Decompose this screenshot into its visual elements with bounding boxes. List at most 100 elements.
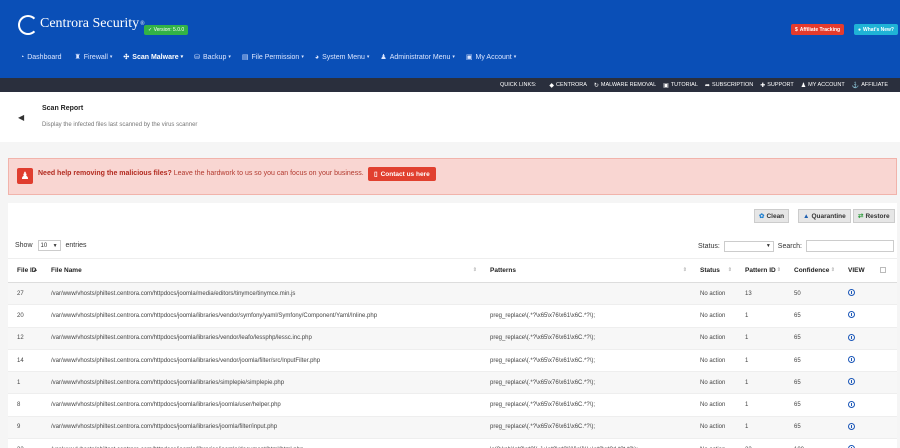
- chevron-down-icon: ▼: [765, 243, 771, 249]
- view-info-icon[interactable]: [848, 289, 855, 297]
- clean-label: Clean: [766, 212, 785, 220]
- page-subtitle: Display the infected files last scanned …: [42, 122, 198, 128]
- quick-link-label: SUBSCRIPTION: [711, 82, 754, 88]
- column-label: File Name: [51, 267, 82, 274]
- cell-status: No action: [691, 393, 736, 417]
- alert-bold-text: Need help removing the malicious files?: [38, 170, 172, 177]
- view-info-icon[interactable]: [848, 378, 855, 386]
- cell-view: [839, 371, 871, 395]
- quick-link-label: SUPPORT: [767, 82, 794, 88]
- quick-link-subscription[interactable]: ➦ SUBSCRIPTION: [705, 82, 753, 89]
- table-body: 27 /var/www/vhosts/philtest.centrora.com…: [8, 282, 897, 448]
- column-file-id[interactable]: File ID ▲: [8, 258, 42, 283]
- cell-view: [839, 304, 871, 328]
- chevron-down-icon: ▾: [366, 54, 370, 60]
- search-input[interactable]: [805, 240, 894, 252]
- column-label: Patterns: [490, 267, 517, 274]
- nav-label: Dashboard: [27, 53, 62, 61]
- cell-file-name: /var/www/vhosts/philtest.centrora.com/ht…: [42, 393, 481, 417]
- nav-my-account[interactable]: ▣ My Account ▾: [465, 53, 516, 62]
- cell-pattern-id: 1: [736, 416, 785, 440]
- contact-us-label: Contact us here: [380, 170, 430, 178]
- centrora-logo[interactable]: Centrora Security ®: [18, 14, 145, 35]
- cell-select: [871, 349, 897, 373]
- cell-select: [871, 327, 897, 350]
- chevron-down-icon: ▾: [109, 54, 113, 60]
- nav-backup[interactable]: ⛁ Backup ▾: [194, 53, 231, 62]
- cell-pattern-id: 13: [736, 282, 785, 306]
- account-icon: ▣: [465, 54, 473, 61]
- cell-pattern: preg_replace\(.*?\x65\x76\x61\x6C.*?\);: [481, 304, 691, 328]
- column-patterns[interactable]: Patterns ⇕: [481, 258, 691, 283]
- broom-icon: ✿: [759, 213, 765, 220]
- quick-link-label: AFFILIATE: [861, 82, 888, 88]
- page-size-select[interactable]: 10 ▼: [37, 240, 61, 251]
- cell-file-name: /var/www/vhosts/philtest.centrora.com/ht…: [42, 438, 481, 448]
- cell-confidence: 100: [785, 438, 839, 448]
- quick-link-support[interactable]: ✚ SUPPORT: [760, 82, 794, 89]
- info-icon: ●: [858, 26, 862, 33]
- cell-status: No action: [691, 438, 736, 448]
- nav-file-permission[interactable]: ▤ File Permission ▾: [242, 53, 304, 62]
- quick-link-malware-removal[interactable]: ↻ MALWARE REMOVAL: [594, 82, 656, 89]
- column-select-all: [871, 258, 897, 283]
- table-row: 1 /var/www/vhosts/philtest.centrora.com/…: [8, 371, 897, 395]
- sort-icon: ⇕: [472, 267, 477, 273]
- chevron-down-icon: ▼: [52, 242, 58, 249]
- quick-link-label: MALWARE REMOVAL: [600, 82, 657, 88]
- column-status[interactable]: Status ⇕: [691, 258, 736, 283]
- nav-label: My Account: [475, 53, 512, 61]
- quick-link-centrora[interactable]: ◆ CENTRORA: [549, 82, 587, 89]
- search-label: Search:: [777, 242, 802, 250]
- table-row: 12 /var/www/vhosts/philtest.centrora.com…: [8, 327, 897, 350]
- whats-new-button[interactable]: ● What's New?: [854, 24, 898, 35]
- quick-link-tutorial[interactable]: ▣ TUTORIAL: [663, 82, 698, 89]
- filter-controls: Status: ▼ Search:: [698, 240, 894, 252]
- mobile-icon: ▯: [374, 171, 378, 178]
- clean-button[interactable]: ✿ Clean: [754, 209, 790, 223]
- status-select[interactable]: ▼: [723, 240, 774, 252]
- quick-link-affiliate[interactable]: ⚓ AFFILIATE: [852, 82, 888, 89]
- cell-pattern: preg_replace\(.*?\x65\x76\x61\x6C.*?\);: [481, 327, 691, 350]
- cell-view: [839, 349, 871, 373]
- view-info-icon[interactable]: [848, 422, 855, 430]
- nav-scan-malware[interactable]: ✣ Scan Malware ▾: [123, 53, 183, 62]
- dollar-icon: $: [795, 26, 798, 33]
- view-info-icon[interactable]: [848, 356, 855, 364]
- contact-us-button[interactable]: ▯ Contact us here: [368, 167, 436, 181]
- cell-file-name: /var/www/vhosts/philtest.centrora.com/ht…: [42, 282, 481, 306]
- column-label: Status: [700, 267, 720, 274]
- cell-status: No action: [691, 416, 736, 440]
- show-label: Show: [15, 242, 33, 249]
- quarantine-button[interactable]: ▲ Quarantine: [798, 209, 851, 223]
- column-confidence[interactable]: Confidence ⇕: [785, 258, 839, 283]
- support-icon: ✚: [760, 82, 766, 89]
- cell-pattern-id: 22: [736, 438, 785, 448]
- nav-label: System Menu: [322, 53, 365, 61]
- nav-label: Scan Malware: [132, 53, 179, 61]
- main-nav: ◔ Dashboard ♜ Firewall ▾ ✣ Scan Malware …: [20, 53, 527, 62]
- quick-link-my-account[interactable]: ♟ MY ACCOUNT: [801, 82, 845, 89]
- view-info-icon[interactable]: [848, 311, 855, 319]
- affiliate-tracking-button[interactable]: $ Affiliate Tracking: [791, 24, 845, 35]
- quick-link-label: MY ACCOUNT: [808, 82, 845, 88]
- view-info-icon[interactable]: [848, 333, 855, 341]
- cell-file-id: 12: [8, 327, 42, 350]
- nav-dashboard[interactable]: ◔ Dashboard: [20, 53, 63, 61]
- cell-status: No action: [691, 304, 736, 328]
- column-file-name[interactable]: File Name ⇕: [42, 258, 481, 283]
- view-info-icon[interactable]: [848, 400, 855, 408]
- nav-system-menu[interactable]: ◕ System Menu ▾: [315, 53, 370, 61]
- select-all-checkbox[interactable]: [880, 266, 886, 273]
- column-pattern-id[interactable]: Pattern ID ⇕: [736, 258, 785, 283]
- column-label: Pattern ID: [745, 267, 776, 274]
- firewall-icon: ♜: [74, 54, 81, 61]
- scan-results-table: File ID ▲ File Name ⇕ Patterns ⇕ Status ⇕ Pa…: [8, 258, 897, 448]
- cell-pattern-id: 1: [736, 349, 785, 373]
- sort-icon: ⇕: [776, 267, 781, 273]
- cell-file-id: 14: [8, 349, 42, 373]
- cell-file-id: 20: [8, 304, 42, 328]
- restore-button[interactable]: ⇄ Restore: [853, 209, 895, 223]
- nav-firewall[interactable]: ♜ Firewall ▾: [74, 53, 113, 62]
- nav-administrator-menu[interactable]: ♟ Administrator Menu ▾: [380, 53, 455, 62]
